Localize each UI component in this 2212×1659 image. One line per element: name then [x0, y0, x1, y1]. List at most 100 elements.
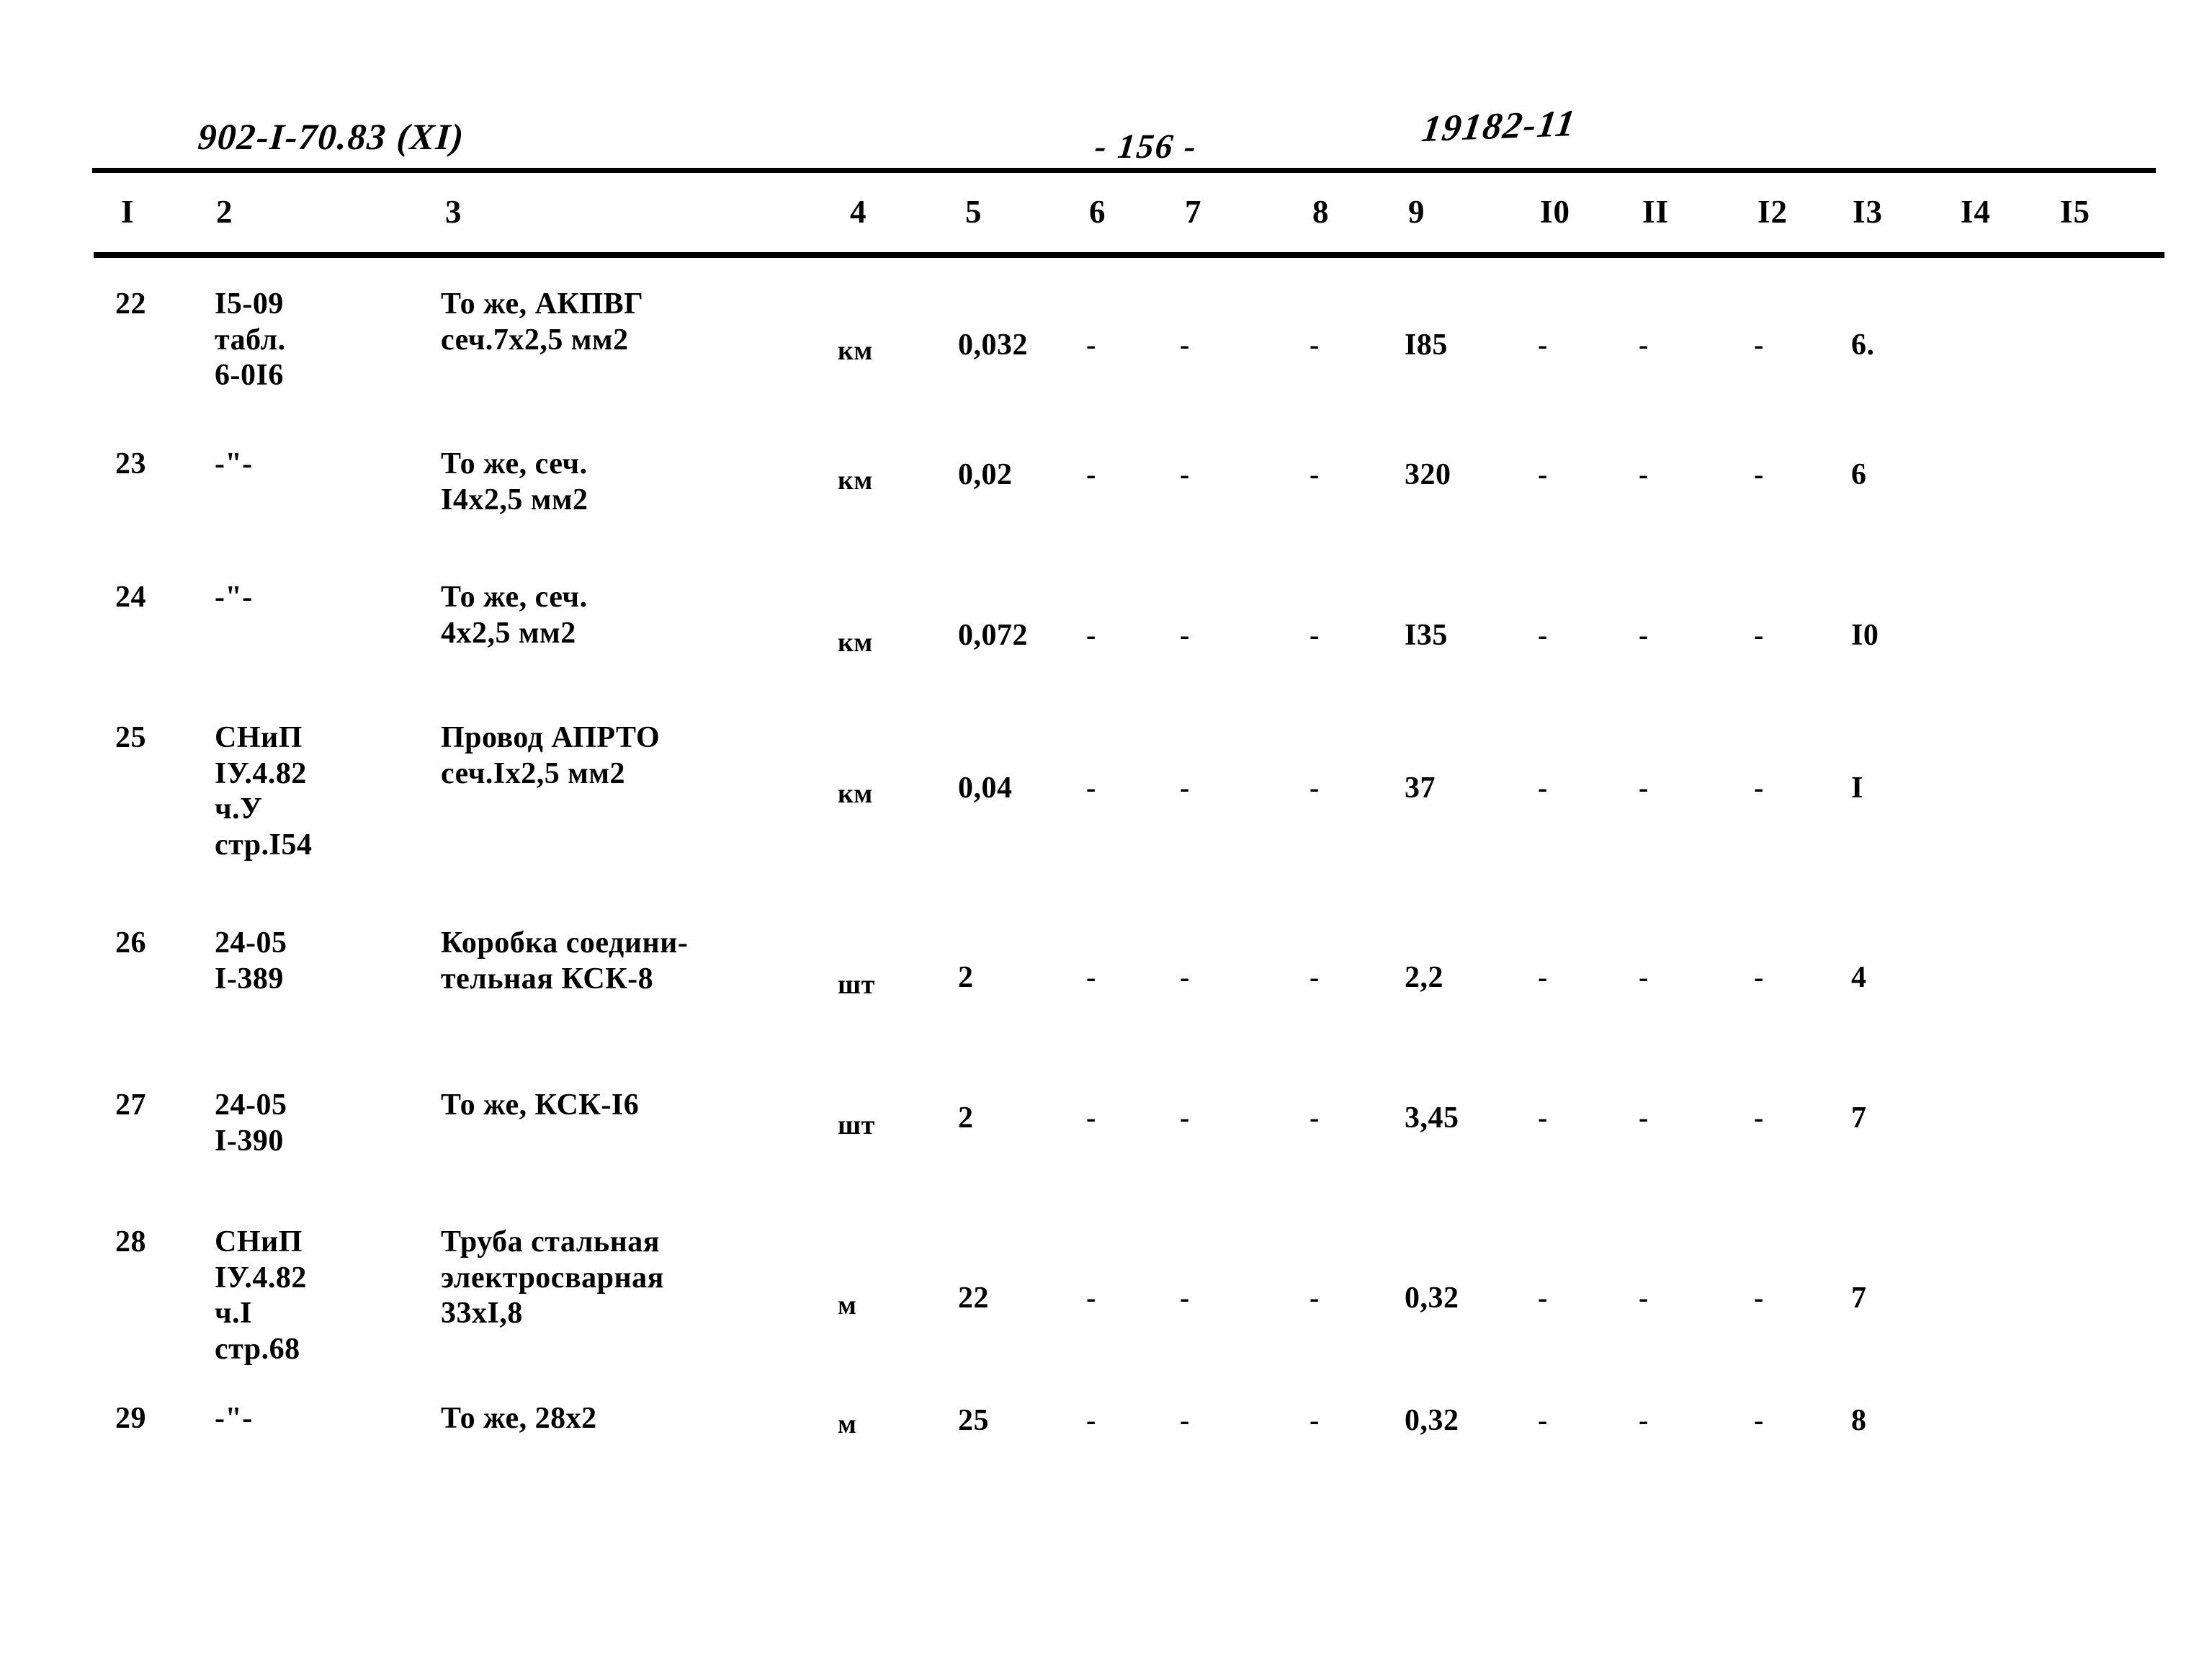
cell-col12: - [1754, 961, 1764, 993]
cell-unit: км [838, 779, 873, 809]
cell-col10: - [1538, 772, 1548, 804]
cell-position: 24 [115, 581, 146, 614]
cell-col6: - [1086, 961, 1096, 993]
cell-unit: км [838, 336, 873, 366]
cell-col9: 320 [1405, 458, 1451, 491]
cell-name: То же, сеч. I4х2,5 мм2 [441, 447, 588, 517]
cell-col6: - [1086, 772, 1096, 804]
cell-reference: -"- [215, 581, 253, 614]
column-header-2: 2 [216, 194, 233, 230]
cell-col10: - [1538, 1282, 1548, 1314]
cell-col9: 3,45 [1405, 1101, 1459, 1135]
cell-name: То же, сеч. 4х2,5 мм2 [441, 581, 588, 650]
column-header-I4: I4 [1961, 194, 1992, 230]
cell-qty: 0,032 [958, 328, 1028, 362]
cell-col6: - [1086, 1282, 1096, 1314]
cell-col7: - [1180, 619, 1190, 651]
header-rule-bottom [94, 252, 2164, 258]
cell-col6: - [1086, 328, 1096, 361]
cell-unit: шт [838, 970, 875, 1000]
cell-col9: 37 [1405, 772, 1436, 805]
handwritten-archive-code: 19182-11 [1419, 102, 1580, 151]
cell-reference: I5-09 табл. 6-0I6 [215, 287, 286, 393]
document-page: 902-I-70.83 (XI) - 156 - 19182-11 I23456… [0, 0, 2212, 1659]
cell-col13: 7 [1851, 1282, 1867, 1315]
cell-unit: м [838, 1290, 857, 1320]
column-header-7: 7 [1185, 194, 1202, 230]
cell-col13: 8 [1851, 1404, 1867, 1437]
column-header-5: 5 [965, 194, 982, 230]
cell-col8: - [1309, 458, 1320, 491]
cell-col12: - [1754, 1282, 1764, 1314]
cell-col8: - [1309, 961, 1320, 993]
cell-col11: - [1639, 328, 1649, 361]
cell-col11: - [1639, 772, 1649, 804]
cell-position: 25 [115, 721, 146, 754]
cell-name: То же, АКПВГ сеч.7х2,5 мм2 [441, 287, 644, 357]
cell-col7: - [1180, 1404, 1190, 1436]
cell-col9: 0,32 [1405, 1282, 1459, 1315]
cell-position: 23 [115, 447, 146, 480]
cell-col10: - [1538, 961, 1548, 993]
cell-col6: - [1086, 1101, 1096, 1134]
cell-col8: - [1309, 1101, 1320, 1134]
cell-qty: 0,072 [958, 619, 1028, 652]
cell-name: Труба стальная электросварная 33хI,8 [441, 1225, 664, 1331]
cell-col11: - [1639, 1282, 1649, 1314]
cell-unit: м [838, 1409, 857, 1439]
cell-col13: 6 [1851, 458, 1867, 491]
cell-qty: 22 [958, 1282, 989, 1315]
cell-qty: 0,02 [958, 458, 1013, 491]
column-header-4: 4 [850, 194, 867, 230]
cell-qty: 2 [958, 961, 974, 994]
cell-reference: СНиП IУ.4.82 ч.У стр.I54 [215, 721, 313, 862]
cell-col7: - [1180, 961, 1190, 993]
cell-col8: - [1309, 1282, 1320, 1314]
cell-col11: - [1639, 961, 1649, 993]
cell-col11: - [1639, 619, 1649, 651]
cell-name: То же, КСК-I6 [441, 1088, 640, 1122]
column-header-I3: I3 [1853, 194, 1884, 230]
cell-unit: шт [838, 1110, 875, 1140]
cell-col8: - [1309, 1404, 1320, 1436]
cell-col8: - [1309, 772, 1320, 804]
cell-reference: -"- [215, 1402, 253, 1435]
cell-reference: 24-05 I-390 [215, 1088, 287, 1158]
cell-col10: - [1538, 328, 1548, 361]
cell-position: 28 [115, 1225, 146, 1258]
cell-col12: - [1754, 772, 1764, 804]
cell-col13: 7 [1851, 1101, 1867, 1135]
cell-col11: - [1639, 1101, 1649, 1134]
cell-reference: 24-05 I-389 [215, 926, 287, 996]
cell-col7: - [1180, 772, 1190, 804]
cell-qty: 2 [958, 1101, 974, 1135]
column-header-I0: I0 [1540, 194, 1571, 230]
cell-reference: -"- [215, 447, 253, 480]
cell-col13: 6. [1851, 328, 1875, 362]
cell-col12: - [1754, 1404, 1764, 1436]
cell-position: 27 [115, 1088, 146, 1122]
cell-position: 22 [115, 287, 146, 321]
column-header-I5: I5 [2060, 194, 2091, 230]
cell-col13: 4 [1851, 961, 1867, 994]
cell-col10: - [1538, 458, 1548, 491]
column-header-II: II [1642, 194, 1670, 230]
cell-col9: 0,32 [1405, 1404, 1459, 1437]
cell-qty: 0,04 [958, 772, 1013, 805]
column-header-8: 8 [1312, 194, 1330, 230]
cell-reference: СНиП IУ.4.82 ч.I стр.68 [215, 1225, 307, 1366]
cell-col7: - [1180, 458, 1190, 491]
cell-col12: - [1754, 1101, 1764, 1134]
cell-col9: I85 [1405, 328, 1448, 362]
cell-col10: - [1538, 1404, 1548, 1436]
cell-col11: - [1639, 1404, 1649, 1436]
header-rule-top [92, 168, 2156, 173]
cell-unit: км [838, 465, 873, 496]
column-header-I2: I2 [1757, 194, 1788, 230]
cell-name: То же, 28х2 [441, 1402, 597, 1435]
cell-unit: км [838, 627, 873, 658]
cell-col8: - [1309, 619, 1320, 651]
cell-col6: - [1086, 619, 1096, 651]
cell-col7: - [1180, 1282, 1190, 1314]
cell-col7: - [1180, 328, 1190, 361]
